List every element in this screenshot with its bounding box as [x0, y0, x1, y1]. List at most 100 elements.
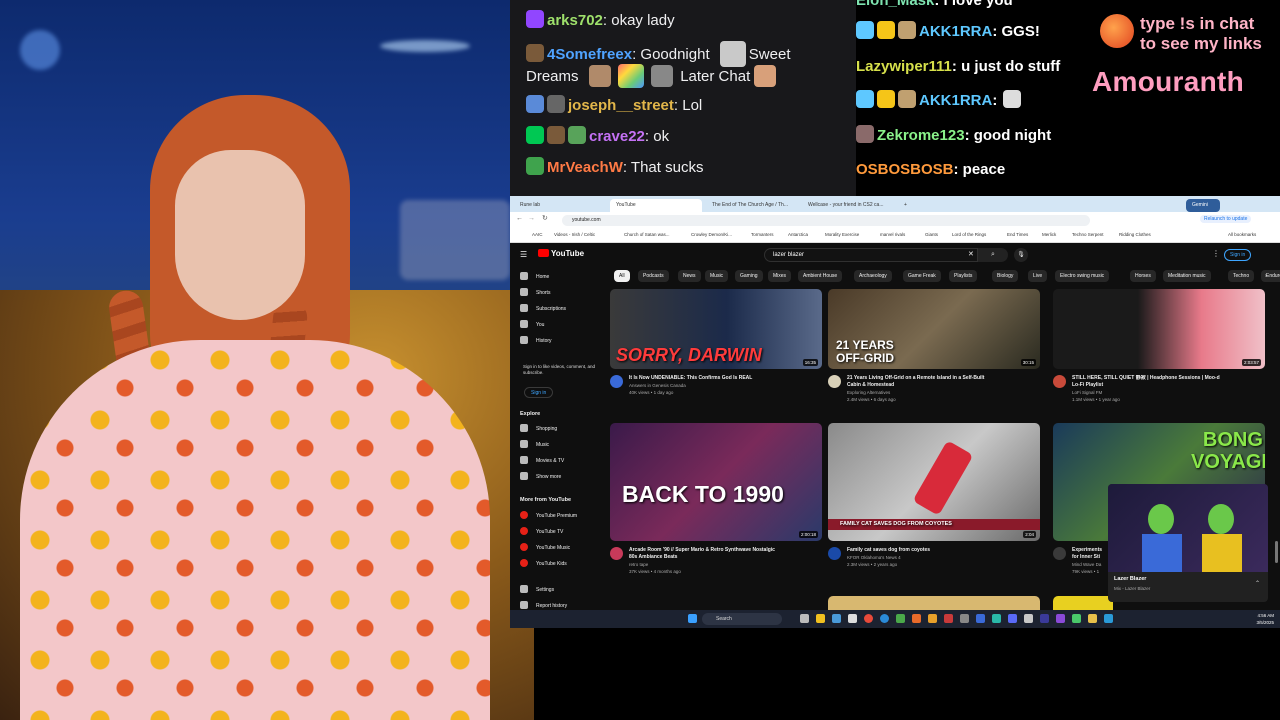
- app-icon[interactable]: [1072, 614, 1081, 623]
- video-card[interactable]: 21 YEARS OFF-GRID 30:15 21 Years Living O…: [828, 289, 1040, 414]
- video-card[interactable]: FAMILY CAT SAVES DOG FROM COYOTES 2:04 F…: [828, 423, 1040, 583]
- browser-tab[interactable]: Wellcase - your friend in CS2 ca...: [802, 199, 894, 212]
- chip-game-freak[interactable]: Game Freak: [903, 270, 941, 282]
- video-channel[interactable]: Answers in Genesis Canada: [629, 383, 686, 389]
- bookmark-item[interactable]: Videos - Irish / Celtic: [554, 232, 595, 237]
- menu-icon[interactable]: ☰: [520, 250, 527, 259]
- sidebar-item-subscriptions[interactable]: Subscriptions: [520, 304, 566, 312]
- bookmark-item[interactable]: All bookmarks: [1228, 232, 1256, 237]
- chip-gaming[interactable]: Gaming: [735, 270, 763, 282]
- sidebar-item-shopping[interactable]: Shopping: [520, 424, 557, 432]
- app-icon[interactable]: [1088, 614, 1097, 623]
- app-icon[interactable]: [944, 614, 953, 623]
- chip-meditation-music[interactable]: Meditation music: [1163, 270, 1211, 282]
- video-title-line-2[interactable]: for Inner Sti: [1072, 554, 1112, 561]
- channel-avatar[interactable]: [1053, 375, 1066, 388]
- gemini-button[interactable]: Gemini: [1186, 199, 1220, 212]
- task-view-icon[interactable]: [800, 614, 809, 623]
- channel-avatar[interactable]: [610, 547, 623, 560]
- video-thumbnail[interactable]: BACK TO 1990 2:00:18: [610, 423, 822, 541]
- bookmark-item[interactable]: Merlick: [1042, 232, 1056, 237]
- video-title-line-2[interactable]: 80s Ambiance Beats: [629, 554, 819, 561]
- steam-icon[interactable]: [992, 614, 1001, 623]
- back-icon[interactable]: ←: [516, 215, 523, 222]
- video-channel[interactable]: retro tape: [629, 562, 648, 568]
- video-title[interactable]: Arcade Room '90 // Super Mario & Retro S…: [629, 547, 819, 554]
- more-options-icon[interactable]: ⋮: [1212, 249, 1220, 258]
- video-channel[interactable]: Mind Wave Da: [1072, 562, 1112, 568]
- sidebar-item-premium[interactable]: YouTube Premium: [520, 511, 577, 519]
- video-thumbnail[interactable]: FAMILY CAT SAVES DOG FROM COYOTES 2:04: [828, 423, 1040, 541]
- sidebar-item-home[interactable]: Home: [520, 272, 549, 280]
- video-title[interactable]: 21 Years Living Off-Grid on a Remote Isl…: [847, 375, 1037, 382]
- app-icon[interactable]: [1056, 614, 1065, 623]
- chip-mixes[interactable]: Mixes: [768, 270, 792, 282]
- relaunch-button[interactable]: Relaunch to update: [1200, 215, 1252, 223]
- search-button[interactable]: ⌕: [978, 248, 1008, 262]
- video-card[interactable]: 2:03:57 STILL HERE, STILL QUIET 静寂 | Hea…: [1053, 289, 1265, 414]
- video-thumbnail-partial[interactable]: [828, 596, 1040, 610]
- discord-icon[interactable]: [1008, 614, 1017, 623]
- video-card[interactable]: SORRY, DARWIN 16:35 It Is Now UNDENIABLE…: [610, 289, 822, 404]
- app-icon[interactable]: [1104, 614, 1113, 623]
- video-thumbnail[interactable]: SORRY, DARWIN 16:35: [610, 289, 822, 369]
- sidebar-item-music[interactable]: Music: [520, 440, 549, 448]
- bookmark-item[interactable]: Tormanters: [751, 232, 774, 237]
- mini-player[interactable]: Lazer Blazer Mix - Lazer Blazer ⌃: [1108, 484, 1268, 602]
- bookmark-item[interactable]: Ridding Clothes: [1119, 232, 1151, 237]
- file-explorer-icon[interactable]: [816, 614, 825, 623]
- sidebar-item-yt-music[interactable]: YouTube Music: [520, 543, 570, 551]
- scrollbar-thumb[interactable]: [1275, 541, 1278, 563]
- sign-in-button[interactable]: Sign in: [1224, 249, 1252, 261]
- chip-techno[interactable]: Techno: [1228, 270, 1255, 282]
- chevron-up-icon[interactable]: ⌃: [1255, 580, 1260, 587]
- sidebar-item-tv[interactable]: YouTube TV: [520, 527, 563, 535]
- chip-news[interactable]: News: [678, 270, 701, 282]
- notepad-icon[interactable]: [848, 614, 857, 623]
- chip-archaeology[interactable]: Archaeology: [854, 270, 892, 282]
- channel-avatar[interactable]: [828, 547, 841, 560]
- sidebar-item-history[interactable]: History: [520, 336, 552, 344]
- taskbar-search[interactable]: Search: [702, 613, 782, 625]
- channel-avatar[interactable]: [1053, 547, 1066, 560]
- video-title[interactable]: Family cat saves dog from coyotes: [847, 547, 1037, 554]
- sidebar-item-movies[interactable]: Movies & TV: [520, 456, 564, 464]
- bookmark-item[interactable]: Giants: [925, 232, 938, 237]
- bookmark-item[interactable]: Church of Satan was...: [624, 232, 670, 237]
- app-icon[interactable]: [960, 614, 969, 623]
- video-channel[interactable]: Exploring Alternatives: [847, 390, 890, 396]
- video-title-line-2[interactable]: Lo-Fi Playlist: [1072, 382, 1262, 389]
- chip-electro-swing-music[interactable]: Electro swing music: [1055, 270, 1110, 282]
- video-channel[interactable]: KFOR Oklahoma's News 4: [847, 555, 901, 561]
- bookmark-item[interactable]: Morality Exercise: [825, 232, 859, 237]
- chip-live[interactable]: Live: [1028, 270, 1048, 282]
- url-field[interactable]: youtube.com: [562, 215, 1090, 226]
- chip-biology[interactable]: Biology: [992, 270, 1019, 282]
- browser-tab-active[interactable]: YouTube: [610, 199, 702, 212]
- mini-player-video[interactable]: [1108, 484, 1268, 572]
- sidebar-sign-in-button[interactable]: Sign in: [524, 387, 554, 398]
- edge-icon[interactable]: [880, 614, 889, 623]
- bookmark-item[interactable]: Techno Serpent: [1072, 232, 1104, 237]
- video-title-line-2[interactable]: Cabin & Homestead: [847, 382, 1037, 389]
- video-title[interactable]: Experiments: [1072, 547, 1112, 554]
- bookmark-item[interactable]: marvel rivals: [880, 232, 905, 237]
- channel-avatar[interactable]: [828, 375, 841, 388]
- sidebar-item-show-more[interactable]: Show more: [520, 472, 561, 480]
- chip-horses[interactable]: Horses: [1130, 270, 1156, 282]
- bookmark-item[interactable]: End Times: [1007, 232, 1028, 237]
- chips-next-icon[interactable]: ›: [1260, 270, 1272, 282]
- video-title[interactable]: STILL HERE, STILL QUIET 静寂 | Headphone S…: [1072, 375, 1262, 382]
- chip-playlists[interactable]: Playlists: [949, 270, 978, 282]
- forward-icon[interactable]: →: [528, 215, 535, 222]
- bookmark-item[interactable]: Lord of the Rings: [952, 232, 986, 237]
- clear-search-icon[interactable]: ✕: [968, 250, 974, 258]
- browser-tab[interactable]: Rune lab: [514, 199, 606, 212]
- video-card[interactable]: BACK TO 1990 2:00:18 Arcade Room '90 // …: [610, 423, 822, 583]
- app-icon[interactable]: [1040, 614, 1049, 623]
- video-thumbnail[interactable]: 2:03:57: [1053, 289, 1265, 369]
- bookmark-item[interactable]: Antarctica: [788, 232, 808, 237]
- search-input[interactable]: lazer blazer: [764, 248, 978, 262]
- video-thumbnail-partial[interactable]: [1053, 596, 1113, 610]
- reload-icon[interactable]: ↻: [542, 214, 548, 222]
